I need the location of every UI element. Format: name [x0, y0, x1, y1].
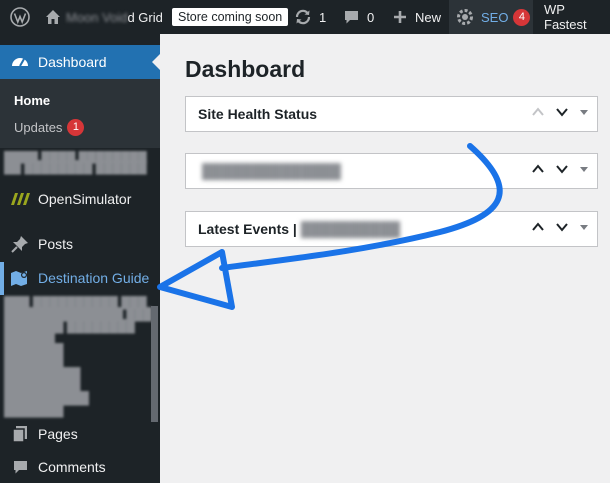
annotation-arrow	[157, 143, 503, 310]
